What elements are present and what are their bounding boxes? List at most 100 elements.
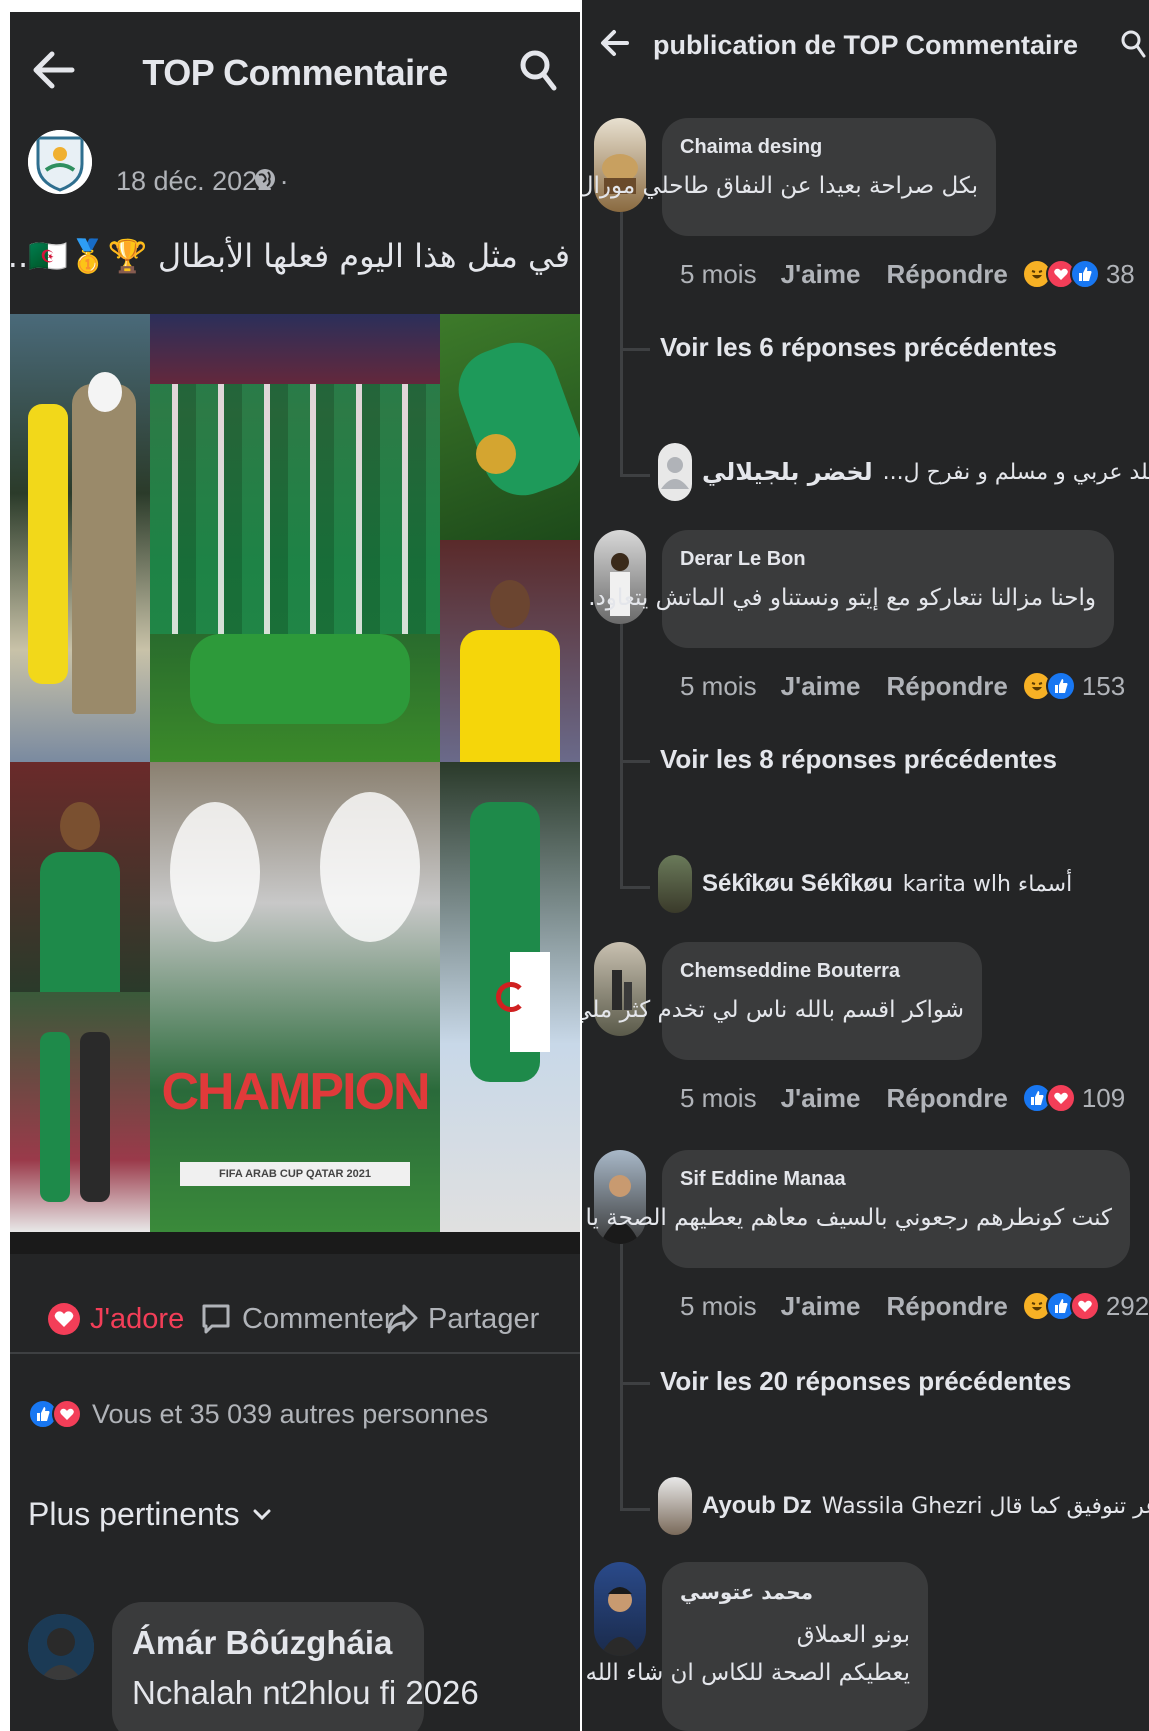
comment-author[interactable]: Sif Eddine Manaa bbox=[680, 1168, 1112, 1191]
thread-line bbox=[620, 1244, 623, 1508]
comment-bubble[interactable]: Ámár Bôúzgháia Nchalah nt2hlou fi 2026 bbox=[112, 1602, 479, 1731]
page-title: TOP Commentaire bbox=[142, 52, 448, 93]
thread-line bbox=[620, 760, 650, 763]
reaction-icons[interactable] bbox=[1021, 1083, 1076, 1113]
like-button[interactable]: J'aime bbox=[781, 1083, 861, 1114]
comment-bubble[interactable]: محمد عتوسي بونو العملاق يعطيكم الصحة للك… bbox=[582, 1562, 928, 1731]
reactions-summary-text: Vous et 35 039 autres personnes bbox=[92, 1398, 489, 1429]
comment-bubble[interactable]: Derar Le Bon واحنا مزالنا نتعاركو مع إيت… bbox=[582, 530, 1114, 648]
reaction-count[interactable]: 38 bbox=[1106, 259, 1135, 290]
comment-time[interactable]: 5 mois bbox=[680, 1291, 757, 1322]
sort-dropdown[interactable]: Plus pertinents bbox=[28, 1496, 272, 1533]
see-previous-replies[interactable]: Voir les 6 réponses précédentes bbox=[660, 332, 1057, 363]
photo-player-with-trophies[interactable] bbox=[10, 762, 150, 992]
reply-button[interactable]: Répondre bbox=[886, 1083, 1007, 1114]
reaction-icons[interactable] bbox=[1021, 259, 1100, 289]
reply-preview[interactable]: لخضر بلجيلالي يا اخوتي اتقوا الله هاذا ب… bbox=[658, 442, 1149, 502]
comment-time[interactable]: 5 mois bbox=[680, 671, 757, 702]
avatar[interactable] bbox=[28, 1614, 94, 1680]
post-meta: 18 déc. 2022 · bbox=[28, 130, 568, 210]
photo-goalkeeper-trophy[interactable] bbox=[10, 314, 150, 762]
avatar[interactable] bbox=[658, 443, 692, 501]
thread-line bbox=[620, 1382, 650, 1385]
comment-author[interactable]: Chaima desing bbox=[680, 136, 978, 159]
comment-text: واحنا مزالنا نتعاركو مع إيتو ونستناو في … bbox=[582, 585, 1096, 611]
comment-text: Nchalah nt2hlou fi 2026 bbox=[132, 1674, 479, 1711]
comment-author[interactable]: محمد عتوسي bbox=[680, 1580, 910, 1604]
reply-author[interactable]: Ayoub Dz bbox=[702, 1492, 812, 1520]
reply-author[interactable]: لخضر بلجيلالي bbox=[702, 458, 873, 486]
photo-goalkeeper-23[interactable] bbox=[440, 540, 580, 762]
comment-text: شواكر اقسم بالله ناس لي تخدم كثر ملي تهد… bbox=[582, 997, 964, 1023]
reply-button[interactable]: Répondre bbox=[886, 1291, 1007, 1322]
like-reaction-icon bbox=[1045, 671, 1076, 701]
page-title: publication de TOP Commentaire bbox=[652, 30, 1079, 60]
like-button[interactable]: J'aime bbox=[781, 671, 861, 702]
see-previous-replies[interactable]: Voir les 8 réponses précédentes bbox=[660, 744, 1057, 775]
avatar[interactable] bbox=[658, 855, 692, 913]
share-label: Partager bbox=[428, 1302, 540, 1335]
sort-label: Plus pertinents bbox=[28, 1496, 240, 1532]
post-header: TOP Commentaire bbox=[10, 12, 580, 122]
photo-player-kissing-trophy[interactable] bbox=[440, 314, 580, 540]
thread-line bbox=[620, 1508, 650, 1511]
comment-bubble[interactable]: Chemseddine Bouterra شواكر اقسم بالله نا… bbox=[582, 942, 982, 1060]
reply-button[interactable]: Répondre bbox=[886, 259, 1007, 290]
champion-banner: CHAMPION bbox=[161, 1063, 430, 1121]
see-previous-replies[interactable]: Voir les 20 réponses précédentes bbox=[660, 1366, 1071, 1397]
post-panel: TOP Commentaire 18 déc. 2022 · في مثل هذ… bbox=[10, 12, 580, 1731]
photo-player-algeria-flag[interactable] bbox=[440, 762, 580, 1232]
reaction-icons[interactable] bbox=[1021, 1291, 1100, 1321]
comment-bubble[interactable]: Chaima desing بكل صراحة بعيدا عن النفاق … bbox=[582, 118, 996, 236]
comments-panel: publication de TOP Commentaire Chaima de… bbox=[582, 0, 1149, 1731]
reaction-count[interactable]: 292 bbox=[1106, 1291, 1149, 1322]
photo-collage[interactable]: CHAMPION FIFA ARAB CUP QATAR 2021 bbox=[10, 314, 580, 1254]
reply-author[interactable]: Sékîkøu Sékîkøu bbox=[702, 870, 893, 898]
thread-line bbox=[620, 212, 623, 474]
reply-text: karita wlh أسماء bbox=[902, 871, 1073, 897]
love-reaction-icon bbox=[52, 1399, 82, 1429]
comment-author[interactable]: Ámár Bôúzgháia bbox=[132, 1624, 404, 1662]
reply-preview[interactable]: Ayoub Dz Wassila Ghezri مشي مشاعر تنوفيق… bbox=[658, 1476, 1149, 1536]
reaction-count[interactable]: 153 bbox=[1082, 671, 1125, 702]
comment-meta: 5 mois J'aime Répondre 292 bbox=[680, 1286, 1149, 1326]
comment-author[interactable]: Derar Le Bon bbox=[680, 548, 1096, 571]
reaction-icons[interactable] bbox=[1021, 671, 1076, 701]
photo-champion-stage[interactable]: CHAMPION FIFA ARAB CUP QATAR 2021 bbox=[150, 762, 440, 1232]
reply-preview[interactable]: Sékîkøu Sékîkøu karita wlh أسماء bbox=[658, 854, 1072, 914]
thread-line bbox=[620, 474, 650, 477]
reply-button[interactable]: Répondre bbox=[886, 671, 1007, 702]
search-icon[interactable] bbox=[1120, 28, 1146, 60]
reaction-count[interactable]: 109 bbox=[1082, 1083, 1125, 1114]
thread-line bbox=[620, 624, 623, 886]
love-reaction-icon bbox=[1045, 1083, 1076, 1113]
comment-time[interactable]: 5 mois bbox=[680, 259, 757, 290]
reactions-summary[interactable]: Vous et 35 039 autres personnes bbox=[28, 1392, 488, 1436]
photo-player-handshake[interactable] bbox=[10, 992, 150, 1232]
avatar[interactable] bbox=[594, 1562, 646, 1656]
comment-label: Commenter bbox=[242, 1302, 394, 1335]
comment-bubble[interactable]: Sif Eddine Manaa كنت كونطرهم رجعوني بالس… bbox=[582, 1150, 1130, 1268]
heart-icon bbox=[48, 1303, 80, 1335]
photo-team-celebration[interactable] bbox=[150, 314, 440, 762]
like-button[interactable]: J'aime bbox=[781, 259, 861, 290]
chevron-down-icon bbox=[253, 1509, 271, 1520]
love-label: J'adore bbox=[90, 1302, 185, 1335]
comment-text: بكل صراحة بعيدا عن النفاق طاحلي مورال 😢 bbox=[582, 173, 978, 199]
page-avatar[interactable] bbox=[28, 130, 92, 194]
comment-time[interactable]: 5 mois bbox=[680, 1083, 757, 1114]
reply-text: يا اخوتي اتقوا الله هاذا بلد عربي و مسلم… bbox=[882, 459, 1149, 485]
like-button[interactable]: J'aime bbox=[781, 1291, 861, 1322]
comment-button[interactable]: Commenter bbox=[200, 1294, 394, 1344]
avatar[interactable] bbox=[658, 1477, 692, 1535]
love-button[interactable]: J'adore bbox=[48, 1294, 184, 1344]
like-reaction-icon bbox=[1069, 259, 1100, 289]
share-icon bbox=[387, 1304, 418, 1334]
search-icon[interactable] bbox=[518, 48, 558, 92]
comment-item: Ámár Bôúzgháia Nchalah nt2hlou fi 2026 bbox=[28, 1602, 479, 1731]
love-reaction-icon bbox=[1069, 1291, 1100, 1321]
globe-icon bbox=[255, 169, 275, 189]
comment-author[interactable]: Chemseddine Bouterra bbox=[680, 960, 964, 983]
share-button[interactable]: Partager bbox=[386, 1294, 539, 1344]
board-text: FIFA ARAB CUP QATAR 2021 bbox=[180, 1162, 410, 1186]
